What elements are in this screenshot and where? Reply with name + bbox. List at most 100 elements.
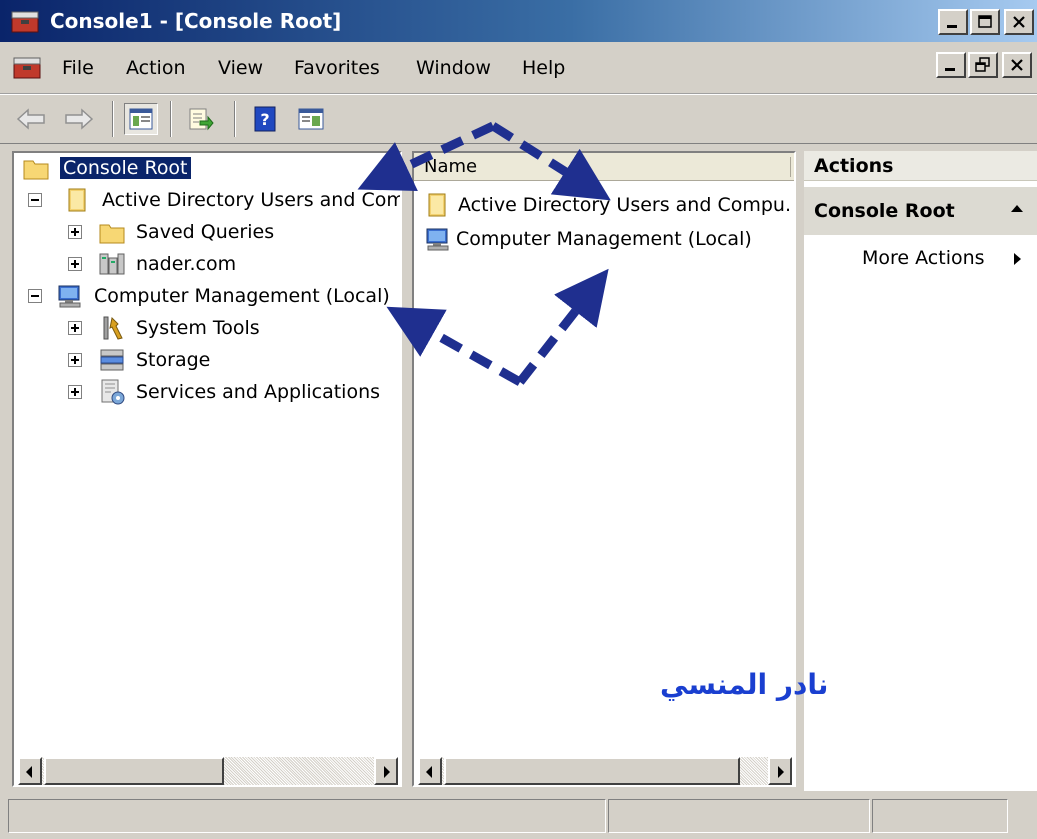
actions-pane: Actions Console Root More Actions bbox=[804, 151, 1037, 791]
tree-label: Storage bbox=[136, 349, 211, 371]
show-hide-tree-button[interactable] bbox=[124, 103, 158, 135]
toolbar-separator bbox=[170, 101, 172, 137]
tree-item-active-directory[interactable]: Active Directory Users and Com bbox=[28, 185, 402, 215]
tree-label: Console Root bbox=[60, 157, 191, 179]
toolbar: ? bbox=[0, 94, 1037, 144]
tree-item-services-applications[interactable]: Services and Applications bbox=[68, 377, 380, 407]
forward-arrow-icon bbox=[65, 108, 94, 130]
expand-expander[interactable] bbox=[68, 321, 82, 335]
computer-management-icon bbox=[58, 285, 81, 308]
maximize-icon bbox=[978, 15, 992, 28]
services-icon bbox=[101, 379, 125, 405]
author-watermark: نادر المنسي bbox=[660, 668, 829, 701]
tree-item-saved-queries[interactable]: Saved Queries bbox=[68, 217, 274, 247]
domain-icon bbox=[99, 253, 125, 275]
expand-expander[interactable] bbox=[68, 353, 82, 367]
list-item-label: Active Directory Users and Compu. bbox=[458, 194, 791, 216]
scroll-left-button[interactable] bbox=[418, 757, 442, 785]
status-panel bbox=[8, 799, 606, 833]
mmc-toolbox-icon[interactable] bbox=[10, 6, 40, 41]
status-panel bbox=[608, 799, 870, 833]
collapse-caret-icon[interactable] bbox=[1011, 205, 1023, 212]
menu-window[interactable]: Window bbox=[416, 57, 491, 79]
window-title: Console1 - [Console Root] bbox=[50, 9, 342, 33]
tree-item-computer-management[interactable]: Computer Management (Local) bbox=[28, 281, 390, 311]
child-close-button[interactable] bbox=[1002, 52, 1032, 78]
list-item[interactable]: Computer Management (Local) bbox=[424, 223, 752, 255]
tree-label: Services and Applications bbox=[136, 381, 381, 403]
maximize-button[interactable] bbox=[970, 9, 1000, 35]
toolbar-separator bbox=[234, 101, 236, 137]
show-hide-action-pane-button[interactable] bbox=[294, 103, 328, 135]
tree-label: Computer Management (Local) bbox=[94, 285, 390, 307]
menu-bar: File Action View Favorites Window Help bbox=[0, 42, 1037, 94]
minimize-button[interactable] bbox=[938, 9, 968, 35]
actions-header: Actions bbox=[804, 151, 1037, 181]
tools-icon bbox=[103, 316, 123, 340]
action-more-actions[interactable]: More Actions bbox=[862, 247, 985, 269]
child-restore-button[interactable] bbox=[968, 52, 998, 78]
scroll-thumb[interactable] bbox=[44, 757, 224, 785]
actions-group-label: Console Root bbox=[814, 200, 955, 222]
status-bar bbox=[0, 795, 1037, 839]
scroll-right-button[interactable] bbox=[374, 757, 398, 785]
tree-item-system-tools[interactable]: System Tools bbox=[68, 313, 260, 343]
help-button[interactable]: ? bbox=[248, 103, 282, 135]
tree-horizontal-scrollbar[interactable] bbox=[18, 757, 398, 785]
collapse-expander[interactable] bbox=[28, 289, 42, 303]
menu-file[interactable]: File bbox=[62, 57, 94, 79]
back-button[interactable] bbox=[14, 103, 48, 135]
menu-help[interactable]: Help bbox=[522, 57, 565, 79]
tree-label: System Tools bbox=[136, 317, 260, 339]
scroll-right-button[interactable] bbox=[768, 757, 792, 785]
tree-label: nader.com bbox=[136, 253, 237, 275]
collapse-expander[interactable] bbox=[28, 193, 42, 207]
storage-icon bbox=[100, 349, 124, 371]
ad-folder-icon bbox=[68, 188, 86, 212]
export-list-button[interactable] bbox=[184, 103, 218, 135]
tree-item-storage[interactable]: Storage bbox=[68, 345, 210, 375]
folder-icon bbox=[99, 224, 125, 244]
child-minimize-button[interactable] bbox=[936, 52, 966, 78]
minimize-icon bbox=[947, 25, 957, 28]
svg-text:?: ? bbox=[260, 110, 269, 129]
minimize-icon bbox=[945, 68, 955, 71]
expand-expander[interactable] bbox=[68, 257, 82, 271]
forward-button[interactable] bbox=[62, 103, 96, 135]
help-icon: ? bbox=[254, 106, 276, 132]
close-icon bbox=[1013, 16, 1025, 28]
expand-expander[interactable] bbox=[68, 225, 82, 239]
folder-icon bbox=[23, 160, 49, 180]
close-icon bbox=[1011, 59, 1023, 71]
toolbar-separator bbox=[112, 101, 114, 137]
expand-expander[interactable] bbox=[68, 385, 82, 399]
list-item-label: Computer Management (Local) bbox=[456, 228, 752, 250]
restore-icon bbox=[975, 57, 990, 72]
scroll-left-button[interactable] bbox=[18, 757, 42, 785]
scroll-thumb[interactable] bbox=[444, 757, 740, 785]
ad-folder-icon bbox=[428, 193, 446, 217]
back-arrow-icon bbox=[16, 108, 45, 130]
actions-group-console-root[interactable]: Console Root bbox=[804, 187, 1037, 235]
menu-view[interactable]: View bbox=[218, 57, 263, 79]
list-horizontal-scrollbar[interactable] bbox=[418, 757, 792, 785]
export-list-icon bbox=[189, 108, 214, 131]
tree-label: Active Directory Users and Com bbox=[102, 189, 402, 211]
close-button[interactable] bbox=[1004, 9, 1034, 35]
status-panel bbox=[872, 799, 1008, 833]
title-bar[interactable]: Console1 - [Console Root] bbox=[0, 0, 1037, 42]
column-header-name[interactable]: Name bbox=[414, 153, 794, 181]
column-header-label: Name bbox=[424, 156, 478, 177]
tree-item-console-root[interactable]: Console Root bbox=[22, 153, 191, 183]
menu-favorites[interactable]: Favorites bbox=[294, 57, 380, 79]
tree-item-domain[interactable]: nader.com bbox=[68, 249, 236, 279]
console-tree-pane[interactable]: Console Root Active Directory Users and … bbox=[12, 151, 402, 787]
menu-action[interactable]: Action bbox=[126, 57, 186, 79]
console-tree-icon bbox=[129, 108, 153, 130]
column-divider[interactable] bbox=[790, 157, 791, 177]
action-pane-icon bbox=[298, 108, 324, 130]
list-item[interactable]: Active Directory Users and Compu. bbox=[424, 189, 791, 221]
mmc-toolbox-icon[interactable] bbox=[12, 52, 42, 87]
tree-label: Saved Queries bbox=[136, 221, 275, 243]
submenu-arrow-icon bbox=[1014, 253, 1021, 265]
